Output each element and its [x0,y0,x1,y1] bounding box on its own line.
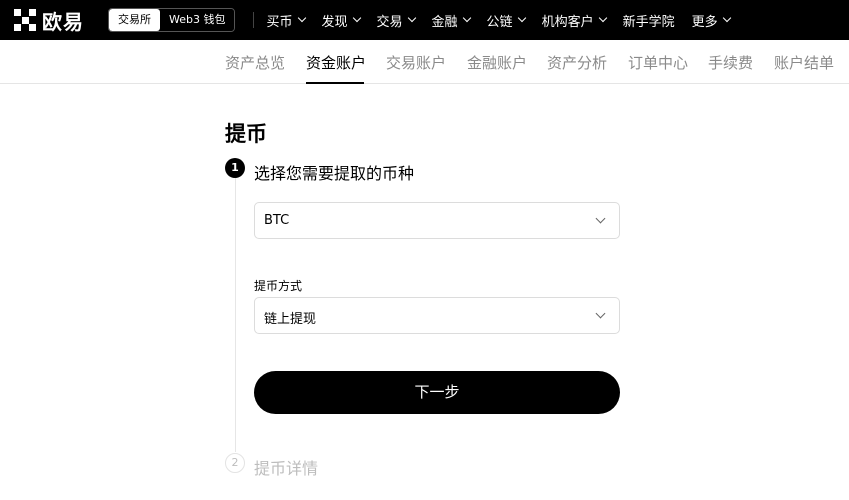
nav-item-finance[interactable]: 金融 [432,11,471,30]
next-step-button[interactable]: 下一步 [254,371,620,414]
nav-item-institutional[interactable]: 机构客户 [542,11,607,30]
nav-item-buy[interactable]: 买币 [266,11,306,30]
coin-select[interactable]: BTC [254,202,620,239]
logo-text: 欧易 [42,9,84,34]
step-connector-line [235,178,236,452]
nav-divider [253,12,255,28]
withdraw-method-select[interactable]: 链上提现 [254,297,620,334]
nav-item-more[interactable]: 更多 [692,11,731,30]
wallet-switch-button[interactable]: Web3 钱包 [160,9,235,31]
active-tab-indicator [306,82,364,84]
chevron-down-icon [517,13,526,23]
main-nav: 买币 发现 交易 金融 公链 机构客户 新手学院 更多 [266,11,746,30]
tab-order-center[interactable]: 订单中心 [628,52,688,73]
platform-switch: 交易所 Web3 钱包 [108,8,236,32]
page-title: 提币 [225,122,267,146]
chevron-down-icon [352,13,361,23]
tab-asset-analysis[interactable]: 资产分析 [547,52,607,73]
tab-fees[interactable]: 手续费 [708,52,753,73]
top-navbar: 欧易 交易所 Web3 钱包 买币 发现 交易 金融 公链 机构客户 新手学院 … [0,0,849,40]
withdraw-method-label: 提币方式 [254,279,303,293]
okx-logo-icon [14,9,36,31]
nav-item-chain[interactable]: 公链 [487,11,526,30]
account-subnav: 资产总览 资金账户 交易账户 金融账户 资产分析 订单中心 手续费 账户结单 [0,40,849,84]
nav-item-discover[interactable]: 发现 [322,11,361,30]
tab-asset-overview[interactable]: 资产总览 [225,52,285,73]
step-1-title: 选择您需要提取的币种 [254,164,415,183]
chevron-down-icon [722,13,731,23]
chevron-down-icon [598,13,607,23]
logo[interactable]: 欧易 [14,6,84,35]
tab-funding-account[interactable]: 资金账户 [306,52,366,73]
step-1-badge: 1 [225,158,245,178]
nav-item-academy[interactable]: 新手学院 [623,11,675,30]
chevron-down-icon [462,13,471,23]
withdraw-method-value: 链上提现 [264,312,317,327]
chevron-down-icon [297,13,306,23]
coin-select-value: BTC [264,213,290,228]
step-2-title: 提币详情 [254,459,319,478]
tab-trading-account[interactable]: 交易账户 [386,52,446,73]
tab-finance-account[interactable]: 金融账户 [467,52,527,73]
chevron-down-icon [407,13,416,23]
step-2-badge: 2 [225,453,245,473]
chevron-down-icon [595,213,606,224]
exchange-switch-button[interactable]: 交易所 [109,9,160,31]
chevron-down-icon [595,308,606,319]
nav-item-trade[interactable]: 交易 [377,11,416,30]
tab-account-statement[interactable]: 账户结单 [774,52,834,73]
